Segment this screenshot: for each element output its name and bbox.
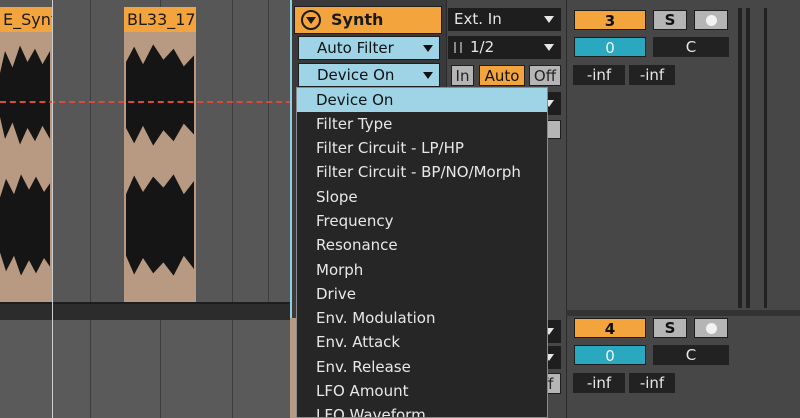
peak-left-value: -inf [586, 66, 612, 84]
menu-item[interactable]: Morph [297, 258, 547, 282]
menu-item[interactable]: Env. Release [297, 355, 547, 379]
volume-field[interactable]: 0 [574, 345, 646, 365]
menu-item[interactable]: LFO Waveform [297, 403, 547, 417]
automation-parameter-menu: Device On Filter Type Filter Circuit - L… [296, 87, 548, 418]
volume-value: 0 [605, 347, 615, 365]
track-number: 3 [604, 12, 616, 30]
peak-right-value: -inf [639, 66, 665, 84]
monitor-auto-button[interactable]: Auto [479, 65, 525, 86]
grid-line [232, 320, 233, 418]
peak-right[interactable]: -inf [629, 373, 675, 393]
volume-value: 0 [605, 39, 615, 57]
track-number: 4 [604, 320, 616, 338]
menu-item[interactable]: Drive [297, 282, 547, 306]
solo-label: S [664, 11, 676, 29]
input-type-chooser[interactable]: Ext. In [448, 8, 561, 31]
peak-right[interactable]: -inf [629, 65, 675, 85]
track-name: Synth [331, 10, 384, 29]
clip-title[interactable]: BL33_174 [124, 7, 196, 32]
clip-title[interactable]: E_Synt [0, 7, 52, 32]
track-separator [0, 302, 292, 320]
parameter-chooser-value: Device On [317, 66, 395, 84]
level-meter [764, 8, 767, 308]
track-name-button[interactable]: Synth [294, 6, 442, 34]
menu-item[interactable]: Env. Attack [297, 330, 547, 354]
menu-item[interactable]: Device On [297, 88, 547, 112]
solo-button[interactable]: S [653, 318, 687, 338]
chevron-down-icon [544, 44, 554, 51]
record-arm-icon[interactable] [694, 318, 728, 338]
monitor-off-button[interactable]: Off [529, 65, 561, 86]
clip-name: BL33_174 [127, 10, 196, 29]
input-type-value: Ext. In [454, 10, 502, 28]
playhead [52, 0, 53, 418]
monitor-auto-label: Auto [484, 67, 520, 85]
device-chooser-value: Auto Filter [317, 39, 394, 57]
peak-left[interactable]: -inf [573, 373, 625, 393]
solo-label: S [664, 319, 676, 337]
clip-name: E_Synt [3, 10, 52, 29]
menu-item[interactable]: Env. Modulation [297, 306, 547, 330]
menu-item[interactable]: Filter Type [297, 112, 547, 136]
input-channel-chooser[interactable]: 1/2 [448, 36, 561, 59]
monitor-off-label: Off [533, 67, 557, 85]
input-channel-value: 1/2 [470, 38, 495, 56]
menu-item[interactable]: LFO Amount [297, 379, 547, 403]
solo-button[interactable]: S [653, 10, 687, 30]
device-chooser[interactable]: Auto Filter [298, 36, 440, 60]
monitor-in-button[interactable]: In [451, 65, 474, 86]
menu-item[interactable]: Slope [297, 185, 547, 209]
menu-item[interactable]: Frequency [297, 209, 547, 233]
pan-field[interactable]: C [653, 345, 729, 365]
level-meter [746, 8, 750, 308]
pan-value: C [685, 38, 697, 56]
channel-meter-icon [454, 42, 462, 53]
level-meter [738, 8, 742, 308]
menu-item[interactable]: Filter Circuit - BP/NO/Morph [297, 160, 547, 184]
automation-line[interactable] [0, 101, 292, 103]
track-number-button[interactable]: 4 [574, 318, 646, 338]
menu-item[interactable]: Filter Circuit - LP/HP [297, 136, 547, 160]
peak-left[interactable]: -inf [573, 65, 625, 85]
menu-item[interactable]: Resonance [297, 233, 547, 257]
arrangement-lane-track-4[interactable] [0, 320, 292, 418]
chevron-down-icon [544, 16, 554, 23]
peak-right-value: -inf [639, 374, 665, 392]
live-session-view: E_Synt BL33_174 Synth Auto Filter Device… [0, 0, 800, 418]
track-separator [566, 310, 800, 316]
peak-left-value: -inf [586, 374, 612, 392]
chevron-down-icon [423, 72, 433, 79]
grid-line [160, 320, 161, 418]
pan-value: C [685, 346, 697, 364]
pan-field[interactable]: C [653, 37, 729, 57]
monitor-in-label: In [455, 67, 470, 85]
track-number-button[interactable]: 3 [574, 10, 646, 30]
chevron-down-icon [423, 45, 433, 52]
record-arm-icon[interactable] [694, 10, 728, 30]
volume-field[interactable]: 0 [574, 37, 646, 57]
fold-toggle-icon[interactable] [301, 10, 321, 30]
grid-line [90, 320, 91, 418]
parameter-chooser[interactable]: Device On [298, 63, 440, 87]
